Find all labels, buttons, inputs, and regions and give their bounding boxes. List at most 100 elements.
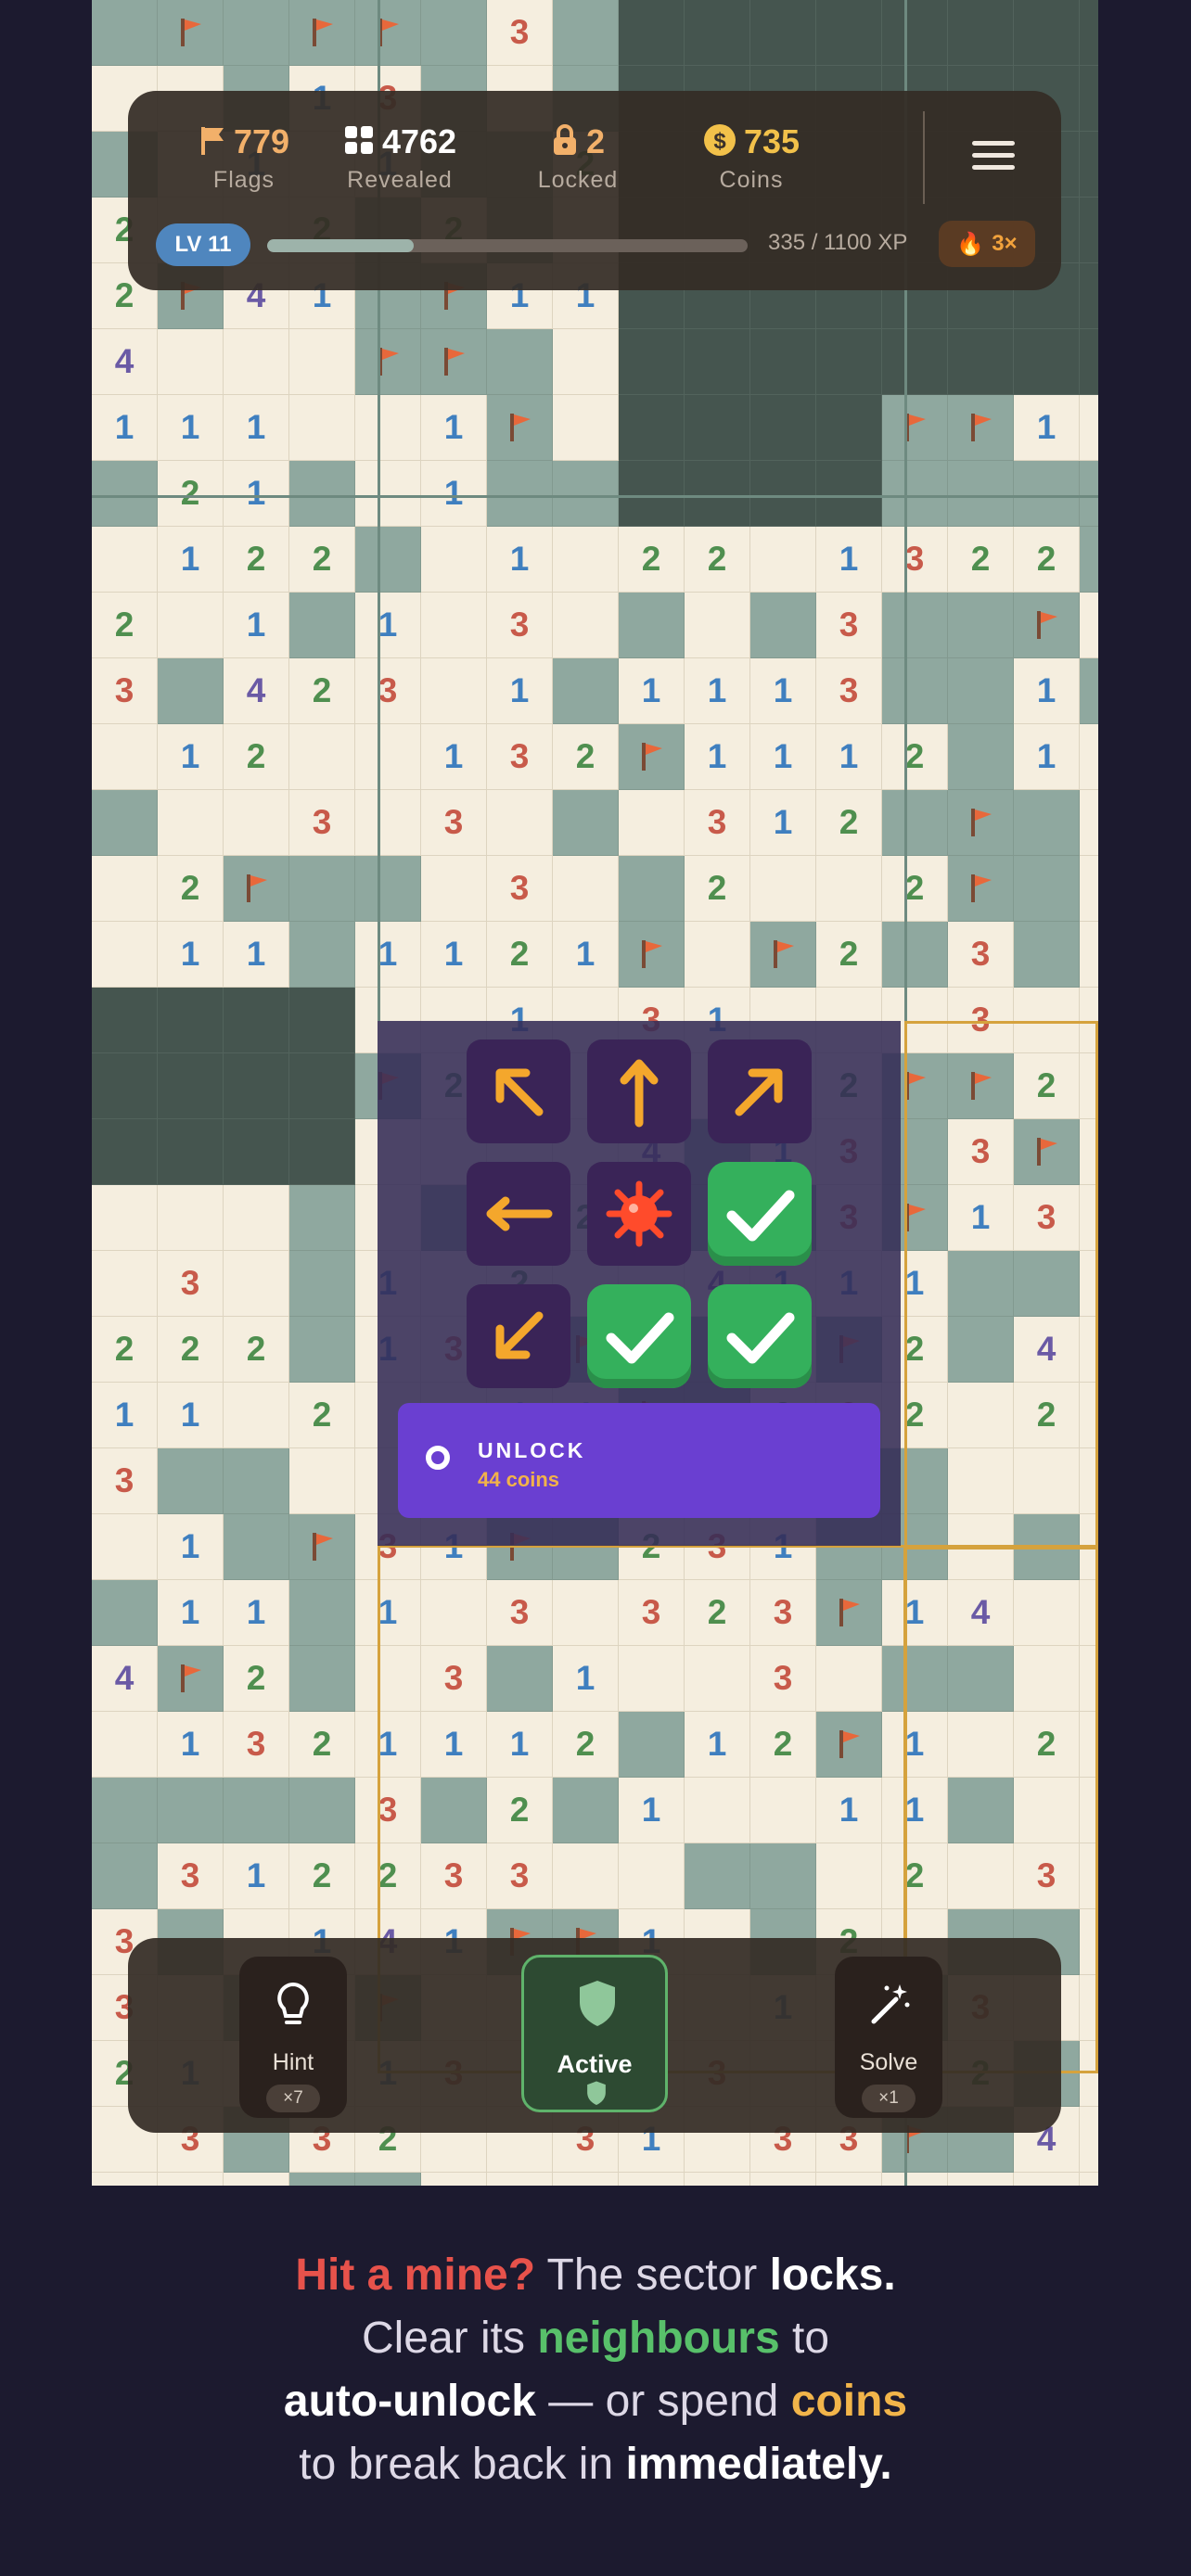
- revealed-cell[interactable]: [224, 329, 289, 395]
- revealed-cell[interactable]: 3: [158, 1251, 224, 1317]
- revealed-cell[interactable]: [553, 593, 619, 658]
- revealed-cell[interactable]: 4: [224, 658, 289, 724]
- revealed-cell[interactable]: 3: [1080, 2173, 1098, 2186]
- unlock-button[interactable]: UNLOCK 44 coins: [398, 1403, 880, 1518]
- locked-cell[interactable]: [750, 329, 816, 395]
- revealed-cell[interactable]: 1: [750, 724, 816, 790]
- unrevealed-cell[interactable]: [158, 1778, 224, 1843]
- revealed-cell[interactable]: [1080, 856, 1098, 922]
- revealed-cell[interactable]: 2: [224, 527, 289, 593]
- revealed-cell[interactable]: 2: [685, 2173, 750, 2186]
- revealed-cell[interactable]: [619, 1646, 685, 1712]
- revealed-cell[interactable]: [1014, 1448, 1080, 1514]
- unrevealed-cell[interactable]: [750, 593, 816, 658]
- revealed-cell[interactable]: 4: [948, 1580, 1014, 1646]
- flag-cell[interactable]: [948, 856, 1014, 922]
- unrevealed-cell[interactable]: [948, 1778, 1014, 1843]
- revealed-cell[interactable]: 1: [224, 1580, 289, 1646]
- flag-cell[interactable]: [289, 0, 355, 66]
- active-shield-button[interactable]: Active: [521, 1955, 668, 2112]
- flag-cell[interactable]: [619, 724, 685, 790]
- revealed-cell[interactable]: 3: [1014, 1843, 1080, 1909]
- revealed-cell[interactable]: 1: [685, 724, 750, 790]
- unrevealed-cell[interactable]: [948, 658, 1014, 724]
- revealed-cell[interactable]: 1: [816, 527, 882, 593]
- revealed-cell[interactable]: 1: [158, 1580, 224, 1646]
- revealed-cell[interactable]: [92, 1712, 158, 1778]
- revealed-cell[interactable]: [553, 329, 619, 395]
- revealed-cell[interactable]: [487, 790, 553, 856]
- revealed-cell[interactable]: [1014, 1778, 1080, 1843]
- flag-cell[interactable]: [158, 1646, 224, 1712]
- revealed-cell[interactable]: 1: [224, 593, 289, 658]
- revealed-cell[interactable]: 1: [421, 724, 487, 790]
- revealed-cell[interactable]: [948, 1514, 1014, 1580]
- unrevealed-cell[interactable]: [882, 790, 948, 856]
- revealed-cell[interactable]: [158, 1185, 224, 1251]
- revealed-cell[interactable]: 2: [224, 724, 289, 790]
- locked-cell[interactable]: [92, 1053, 158, 1119]
- revealed-cell[interactable]: 1: [619, 658, 685, 724]
- locked-cell[interactable]: [619, 395, 685, 461]
- revealed-cell[interactable]: 1: [685, 1712, 750, 1778]
- unrevealed-cell[interactable]: [224, 1448, 289, 1514]
- revealed-cell[interactable]: 2: [289, 658, 355, 724]
- revealed-cell[interactable]: 3: [355, 658, 421, 724]
- unrevealed-cell[interactable]: [882, 593, 948, 658]
- revealed-cell[interactable]: [553, 1580, 619, 1646]
- unrevealed-cell[interactable]: [882, 461, 948, 527]
- revealed-cell[interactable]: [750, 856, 816, 922]
- locked-cell[interactable]: [289, 988, 355, 1053]
- revealed-cell[interactable]: [553, 2173, 619, 2186]
- revealed-cell[interactable]: 2: [355, 1843, 421, 1909]
- revealed-cell[interactable]: [92, 1251, 158, 1317]
- revealed-cell[interactable]: 2: [685, 856, 750, 922]
- revealed-cell[interactable]: [1080, 1975, 1098, 2041]
- revealed-cell[interactable]: [553, 1843, 619, 1909]
- revealed-cell[interactable]: 2: [882, 1843, 948, 1909]
- unrevealed-cell[interactable]: [289, 1580, 355, 1646]
- arrow-up-button[interactable]: [587, 1039, 691, 1143]
- revealed-cell[interactable]: 3: [92, 1448, 158, 1514]
- revealed-cell[interactable]: 3: [948, 988, 1014, 1053]
- locked-cell[interactable]: [1080, 132, 1098, 198]
- revealed-cell[interactable]: 3: [1080, 2041, 1098, 2107]
- locked-cell[interactable]: [750, 461, 816, 527]
- revealed-cell[interactable]: [1014, 2173, 1080, 2186]
- revealed-cell[interactable]: 1: [750, 790, 816, 856]
- unrevealed-cell[interactable]: [619, 593, 685, 658]
- revealed-cell[interactable]: [355, 395, 421, 461]
- flag-cell[interactable]: [750, 922, 816, 988]
- solve-button[interactable]: Solve ×1: [835, 1957, 942, 2118]
- revealed-cell[interactable]: 3: [1080, 593, 1098, 658]
- revealed-cell[interactable]: 1: [92, 1383, 158, 1448]
- revealed-cell[interactable]: [948, 1448, 1014, 1514]
- unrevealed-cell[interactable]: [1014, 1251, 1080, 1317]
- revealed-cell[interactable]: 1: [816, 2173, 882, 2186]
- locked-cell[interactable]: [816, 0, 882, 66]
- revealed-cell[interactable]: 2: [1080, 1909, 1098, 1975]
- revealed-cell[interactable]: 3: [487, 0, 553, 66]
- revealed-cell[interactable]: [816, 1843, 882, 1909]
- hint-button[interactable]: Hint ×7: [239, 1957, 347, 2118]
- revealed-cell[interactable]: 1: [421, 461, 487, 527]
- revealed-cell[interactable]: [553, 527, 619, 593]
- unrevealed-cell[interactable]: [553, 790, 619, 856]
- revealed-cell[interactable]: 2: [685, 527, 750, 593]
- unrevealed-cell[interactable]: [158, 1448, 224, 1514]
- locked-cell[interactable]: [224, 988, 289, 1053]
- revealed-cell[interactable]: 2: [750, 2173, 816, 2186]
- revealed-cell[interactable]: 2: [553, 724, 619, 790]
- menu-button[interactable]: [963, 134, 1024, 182]
- locked-cell[interactable]: [224, 1053, 289, 1119]
- locked-cell[interactable]: [1080, 0, 1098, 66]
- revealed-cell[interactable]: 1: [882, 1712, 948, 1778]
- unrevealed-cell[interactable]: [882, 658, 948, 724]
- locked-cell[interactable]: [92, 988, 158, 1053]
- revealed-cell[interactable]: [948, 1712, 1014, 1778]
- unrevealed-cell[interactable]: [224, 0, 289, 66]
- unrevealed-cell[interactable]: [421, 0, 487, 66]
- revealed-cell[interactable]: 3: [355, 1778, 421, 1843]
- revealed-cell[interactable]: [224, 1251, 289, 1317]
- flag-cell[interactable]: [158, 0, 224, 66]
